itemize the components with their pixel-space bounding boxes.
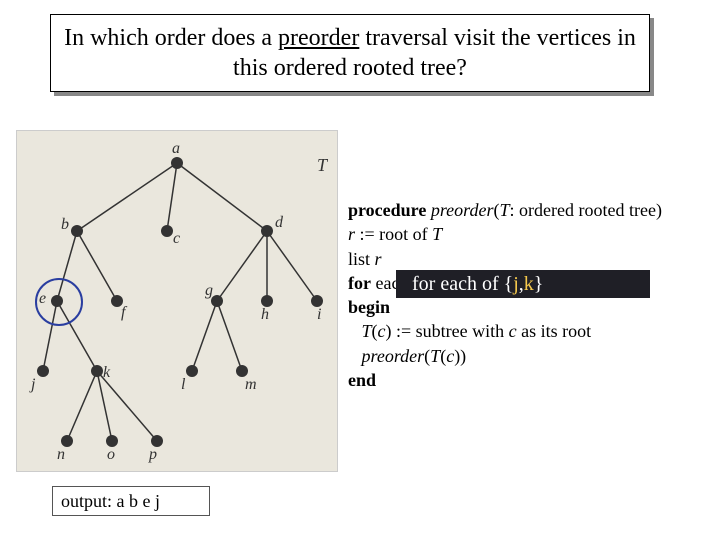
- node-e: e: [39, 290, 46, 307]
- tree-svg: T a b c d e f g h i j k l m n o p: [17, 131, 337, 471]
- pc1: )): [454, 346, 466, 366]
- var-c4: c: [446, 346, 454, 366]
- node-j: j: [29, 376, 36, 393]
- title-underlined: preorder: [278, 25, 359, 51]
- indent2: [348, 346, 362, 366]
- var-T3: T: [362, 321, 372, 341]
- for-overlay: for each of {j, k}: [396, 270, 650, 298]
- node-m: m: [245, 376, 257, 393]
- output-text: output: a b e j: [61, 491, 160, 512]
- question-title: In which order does a preorder traversal…: [50, 14, 650, 92]
- kw-procedure: procedure: [348, 200, 431, 220]
- pseudo-line-3: list r: [348, 247, 708, 271]
- pseudo-line-6: T(c) := subtree with c as its root: [348, 319, 708, 343]
- kw-for: for: [348, 273, 371, 293]
- var-T: T: [500, 200, 510, 220]
- fn-name: preorder: [431, 200, 494, 220]
- var-T2: T: [432, 224, 442, 244]
- output-box: output: a b e j: [52, 486, 210, 516]
- title-pre: In which order does a: [64, 25, 278, 51]
- pseudo-line-2: r := root of T: [348, 222, 708, 246]
- tree-diagram: T a b c d e f g h i j k l m n o p: [16, 130, 338, 472]
- var-c2: c: [378, 321, 386, 341]
- node-g: g: [205, 282, 213, 299]
- node-a: a: [172, 140, 180, 157]
- subtree-text: ) := subtree with: [386, 321, 509, 341]
- var-r2: r: [375, 249, 382, 269]
- node-l: l: [181, 376, 186, 393]
- sig-text: : ordered rooted tree): [510, 200, 662, 220]
- assign-text: := root of: [355, 224, 432, 244]
- node-b: b: [61, 216, 69, 233]
- fn-name2: preorder: [362, 346, 425, 366]
- tree-title: T: [317, 155, 329, 175]
- kw-end: end: [348, 370, 376, 390]
- var-T4: T: [430, 346, 440, 366]
- node-p: p: [148, 446, 157, 463]
- node-c: c: [173, 230, 180, 247]
- node-f: f: [121, 304, 128, 321]
- node-n: n: [57, 446, 65, 463]
- pseudo-line-1: procedure preorder(T: ordered rooted tre…: [348, 198, 708, 222]
- kw-begin: begin: [348, 297, 390, 317]
- pseudo-line-7: preorder(T(c)): [348, 344, 708, 368]
- node-h: h: [261, 306, 269, 323]
- overlay-post: }: [534, 273, 544, 296]
- node-k: k: [103, 364, 111, 381]
- node-d: d: [275, 214, 284, 231]
- indent1: [348, 321, 362, 341]
- list-text: list: [348, 249, 375, 269]
- pseudo-line-8: end: [348, 368, 708, 392]
- root-text: as its root: [517, 321, 592, 341]
- pseudo-line-5: begin: [348, 295, 708, 319]
- var-r: r: [348, 224, 355, 244]
- node-i: i: [317, 306, 321, 323]
- overlay-pre: for each of {: [412, 273, 513, 296]
- overlay-k: k: [524, 273, 534, 296]
- node-o: o: [107, 446, 115, 463]
- var-c3: c: [509, 321, 517, 341]
